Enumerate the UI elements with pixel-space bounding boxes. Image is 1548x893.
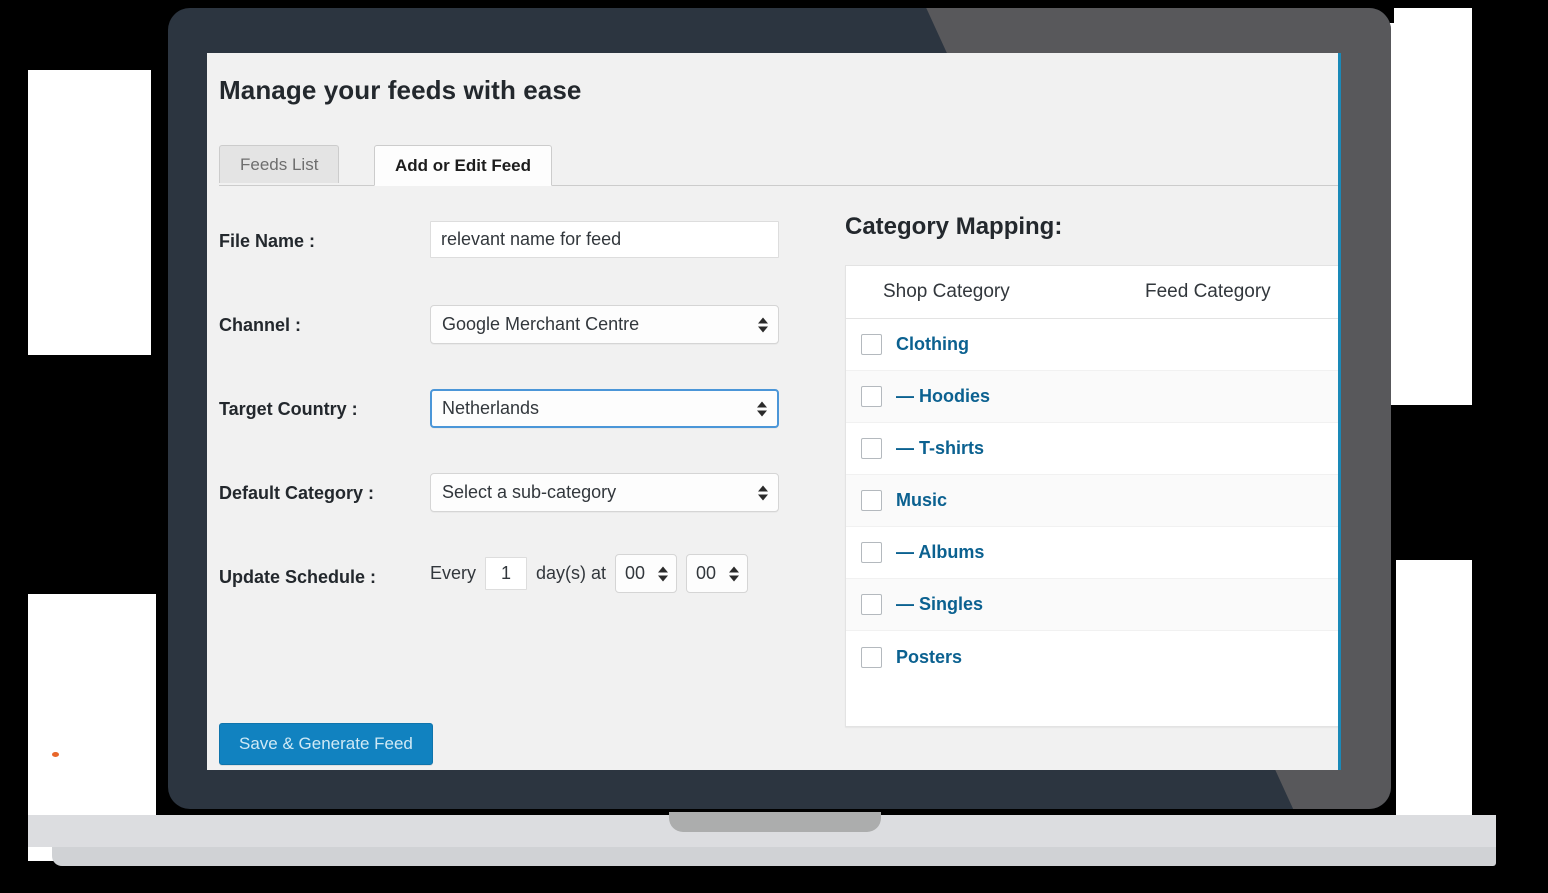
- category-mapping-title: Category Mapping:: [845, 213, 1063, 240]
- laptop-base-lip: [52, 847, 1496, 866]
- feed-form: File Name : Channel : Google Merchant Ce…: [219, 213, 829, 633]
- shop-category-link[interactable]: — Hoodies: [896, 386, 990, 407]
- tab-feeds-list-label: Feeds List: [240, 154, 319, 174]
- category-mapping-table: Shop Category Feed Category Clothing — Ho…: [845, 265, 1338, 727]
- form-row-target-country: Target Country : Netherlands: [219, 381, 829, 465]
- default-category-select[interactable]: Select a sub-category: [430, 473, 779, 512]
- chevron-updown-icon: [658, 566, 669, 581]
- schedule-hour-select[interactable]: 00: [615, 554, 678, 593]
- column-header-shop-category: Shop Category: [883, 281, 1010, 302]
- laptop-hinge-notch: [669, 812, 881, 832]
- shop-category-link[interactable]: Clothing: [896, 334, 969, 355]
- file-name-label: File Name :: [219, 231, 316, 251]
- channel-select[interactable]: Google Merchant Centre: [430, 305, 779, 344]
- default-category-label: Default Category :: [219, 483, 375, 503]
- category-mapping-rows: Clothing — Hoodies — T-shirts Music — Albums…: [846, 319, 1338, 683]
- file-name-field-area: [430, 221, 779, 258]
- column-header-feed-category: Feed Category: [1145, 281, 1271, 302]
- category-mapping-table-footer: [846, 683, 1338, 726]
- default-category-select-value: Select a sub-category: [442, 482, 617, 502]
- update-schedule-controls: Every day(s) at 00 00: [430, 554, 749, 593]
- table-row[interactable]: — Hoodies: [846, 371, 1338, 423]
- schedule-hour-value: 00: [625, 563, 646, 583]
- default-category-field-area: Select a sub-category: [430, 473, 779, 512]
- form-row-default-category: Default Category : Select a sub-category: [219, 465, 829, 549]
- row-checkbox[interactable]: [861, 594, 882, 615]
- form-row-update-schedule: Update Schedule : Every day(s) at 00: [219, 549, 829, 633]
- chevron-updown-icon: [729, 566, 740, 581]
- decor-plate-right: [1378, 23, 1472, 405]
- file-name-input[interactable]: [430, 221, 779, 258]
- page-title: Manage your feeds with ease: [219, 75, 582, 105]
- channel-label: Channel :: [219, 315, 302, 335]
- row-checkbox[interactable]: [861, 334, 882, 355]
- tab-add-or-edit-feed-label: Add or Edit Feed: [395, 155, 531, 175]
- screen-right-edge-accent: [1338, 53, 1341, 770]
- row-checkbox[interactable]: [861, 542, 882, 563]
- table-row[interactable]: Clothing: [846, 319, 1338, 371]
- row-checkbox[interactable]: [861, 490, 882, 511]
- tab-add-or-edit-feed[interactable]: Add or Edit Feed: [374, 145, 552, 186]
- schedule-days-text: day(s) at: [536, 563, 607, 583]
- update-schedule-label: Update Schedule :: [219, 567, 377, 587]
- category-mapping-table-header: Shop Category Feed Category: [846, 266, 1338, 319]
- category-mapping-panel: Category Mapping: Shop Category Feed Cat…: [845, 213, 1338, 727]
- shop-category-link[interactable]: — Albums: [896, 542, 984, 563]
- tab-feeds-list[interactable]: Feeds List: [219, 145, 340, 183]
- table-row[interactable]: — T-shirts: [846, 423, 1338, 475]
- shop-category-link[interactable]: — Singles: [896, 594, 983, 615]
- target-country-select-value: Netherlands: [442, 398, 540, 418]
- update-schedule-field-area: Every day(s) at 00 00: [430, 554, 749, 593]
- channel-select-value: Google Merchant Centre: [442, 314, 640, 334]
- target-country-select[interactable]: Netherlands: [430, 389, 779, 428]
- decor-plate-top-left: [28, 70, 151, 355]
- target-country-field-area: Netherlands: [430, 389, 779, 428]
- save-and-generate-feed-button[interactable]: Save & Generate Feed: [219, 723, 433, 765]
- tab-strip: Feeds List Add or Edit Feed: [219, 145, 1338, 186]
- table-row[interactable]: — Singles: [846, 579, 1338, 631]
- schedule-minute-select[interactable]: 00: [686, 554, 749, 593]
- chevron-updown-icon: [758, 485, 768, 500]
- shop-category-link[interactable]: Posters: [896, 647, 962, 668]
- chevron-updown-icon: [758, 317, 768, 332]
- row-checkbox[interactable]: [861, 438, 882, 459]
- row-checkbox[interactable]: [861, 386, 882, 407]
- table-row[interactable]: Music: [846, 475, 1338, 527]
- shop-category-link[interactable]: Music: [896, 490, 947, 511]
- schedule-days-input[interactable]: [485, 557, 528, 590]
- schedule-minute-value: 00: [696, 563, 717, 583]
- table-row[interactable]: — Albums: [846, 527, 1338, 579]
- schedule-every-text: Every: [430, 563, 477, 583]
- channel-field-area: Google Merchant Centre: [430, 305, 779, 344]
- form-row-file-name: File Name :: [219, 213, 829, 297]
- table-row[interactable]: Posters: [846, 631, 1338, 683]
- chevron-updown-icon: [757, 401, 767, 416]
- decor-plate-bottom-right: [1396, 560, 1472, 854]
- shop-category-link[interactable]: — T-shirts: [896, 438, 984, 459]
- save-button-label: Save & Generate Feed: [239, 734, 413, 753]
- target-country-label: Target Country :: [219, 399, 358, 419]
- screen: Manage your feeds with ease Feeds List A…: [207, 53, 1338, 770]
- row-checkbox[interactable]: [861, 646, 882, 668]
- decor-dot: [52, 752, 59, 757]
- form-row-channel: Channel : Google Merchant Centre: [219, 297, 829, 381]
- screenshot-stage: Manage your feeds with ease Feeds List A…: [0, 0, 1548, 893]
